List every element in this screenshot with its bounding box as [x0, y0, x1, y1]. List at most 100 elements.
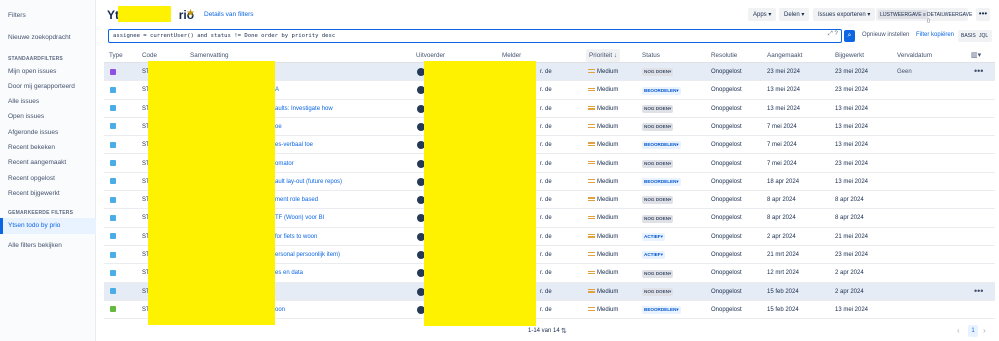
status-dropdown[interactable]: NOG DOEN▾: [642, 287, 674, 296]
status-dropdown[interactable]: NOG DOEN▾: [642, 269, 674, 278]
column-updated[interactable]: Bijgewerkt: [835, 52, 864, 59]
sidebar-item-recently-created[interactable]: Recent aangemaakt: [8, 159, 66, 166]
issue-summary[interactable]: es en data: [275, 270, 303, 276]
medium-priority-icon: [588, 68, 595, 76]
jql-mode-toggle[interactable]: JQL: [979, 33, 988, 39]
list-view-toggle[interactable]: LIJSTWEERGAVE ≡: [878, 10, 928, 19]
column-status[interactable]: Status: [642, 52, 660, 59]
issue-summary[interactable]: aults: Investigate how: [275, 106, 333, 112]
reporter-name: r. de: [540, 215, 552, 222]
status-label: NOG DOEN: [644, 160, 670, 166]
status-dropdown[interactable]: ACTIEF▾: [642, 251, 665, 260]
issue-summary[interactable]: ment role based: [275, 197, 318, 203]
more-actions-button[interactable]: •••: [976, 8, 990, 21]
priority-value: Medium: [597, 123, 619, 130]
pagination-summary: 1-14 van 14: [528, 328, 560, 334]
issue-summary[interactable]: TF (Woon) voor BI: [275, 215, 324, 221]
reporter-name: r. de: [540, 123, 552, 130]
created-date: 21 mrt 2024: [767, 252, 800, 258]
sidebar-item-recently-updated[interactable]: Recent bijgewerkt: [8, 190, 60, 197]
column-assignee[interactable]: Uitvoerder: [416, 52, 445, 59]
export-issues-button[interactable]: Issues exporteren ▾: [813, 8, 876, 21]
view-toggle: LIJSTWEERGAVE ≡ DETAILWEERGAVE ▯: [876, 8, 972, 24]
medium-priority-icon: [588, 233, 595, 241]
updated-date: 8 apr 2024: [835, 197, 864, 204]
copy-filter-button[interactable]: Filter kopiëren: [916, 32, 954, 38]
sidebar-item-my-open-issues[interactable]: Mijn open issues: [8, 68, 56, 75]
sidebar-item-recently-viewed[interactable]: Recent bekeken: [8, 144, 55, 151]
status-dropdown[interactable]: NOG DOEN▾: [642, 196, 674, 205]
issue-summary[interactable]: A: [275, 87, 279, 93]
chevron-right-icon[interactable]: ›: [983, 326, 986, 335]
status-label: NOG DOEN: [644, 124, 670, 130]
chevron-down-icon: ▾: [669, 270, 672, 276]
status-dropdown[interactable]: BEOORDELEN▾: [642, 306, 681, 315]
row-actions-icon[interactable]: •••: [974, 66, 983, 76]
page-button[interactable]: 1: [968, 325, 978, 337]
status-label: ACTIEF: [644, 233, 661, 239]
sidebar-item-starred-filter[interactable]: Ytsen todo by prio: [0, 218, 96, 234]
column-priority[interactable]: Prioriteit ↓: [589, 52, 617, 59]
updated-date: 2 apr 2024: [835, 288, 864, 295]
status-dropdown[interactable]: NOG DOEN▾: [642, 123, 674, 132]
issue-summary[interactable]: omator: [275, 161, 294, 167]
issue-summary[interactable]: ersonal persoonlijk item): [275, 252, 340, 258]
sidebar-item-open-issues[interactable]: Open issues: [8, 113, 44, 120]
search-icon[interactable]: ⌕: [844, 30, 855, 42]
row-actions-icon[interactable]: •••: [974, 286, 983, 296]
created-date: 13 mei 2024: [767, 105, 801, 112]
sidebar-item-recently-resolved[interactable]: Recent opgelost: [8, 175, 55, 182]
column-due-date[interactable]: Vervaldatum: [897, 52, 932, 59]
medium-priority-icon: [588, 196, 595, 204]
resolution-value: Onopgelost: [711, 233, 742, 240]
sidebar-item-done-issues[interactable]: Afgeronde issues: [8, 129, 58, 136]
medium-priority-icon: [588, 105, 595, 113]
reset-button[interactable]: Opnieuw instellen: [862, 32, 909, 38]
status-dropdown[interactable]: BEOORDELEN▾: [642, 141, 681, 150]
status-dropdown[interactable]: NOG DOEN▾: [642, 159, 674, 168]
priority-label: Prioriteit: [589, 52, 613, 59]
star-icon[interactable]: ★: [186, 8, 195, 19]
filter-details-link[interactable]: Details van filters: [204, 11, 254, 18]
detail-view-toggle[interactable]: DETAILWEERGAVE ▯: [925, 10, 974, 24]
column-reporter[interactable]: Melder: [502, 52, 521, 59]
column-picker-icon[interactable]: ▥▾: [971, 51, 985, 60]
share-button[interactable]: Delen ▾: [779, 8, 810, 21]
priority-value: Medium: [597, 252, 619, 258]
reporter-name: r. de: [540, 197, 552, 204]
expand-editor-icon[interactable]: ⤢ ?: [828, 31, 838, 38]
issue-summary[interactable]: es-verbaal toe: [275, 142, 313, 148]
priority-value: Medium: [597, 178, 619, 185]
status-dropdown[interactable]: NOG DOEN▾: [642, 104, 674, 113]
updated-date: 2 apr 2024: [835, 270, 864, 277]
jql-query-input[interactable]: assignee = currentUser() and status != D…: [108, 29, 842, 43]
list-view-label: LIJSTWEERGAVE: [880, 12, 922, 18]
resolution-value: Onopgelost: [711, 178, 742, 185]
status-dropdown[interactable]: NOG DOEN▾: [642, 68, 674, 77]
standard-filters-heading: STANDAARDFILTERS: [8, 56, 63, 62]
new-search-link[interactable]: Nieuwe zoekopdracht: [8, 34, 71, 41]
filters-sidebar: Filters Nieuwe zoekopdracht STANDAARDFIL…: [0, 0, 96, 341]
issue-summary[interactable]: for fiets to woon: [275, 234, 317, 240]
issue-summary[interactable]: oe: [275, 124, 282, 130]
issue-summary[interactable]: ault lay-out (future repos): [275, 179, 342, 185]
column-summary[interactable]: Samenvatting: [190, 52, 229, 59]
column-type[interactable]: Type: [109, 52, 123, 59]
column-resolution[interactable]: Resolutie: [711, 52, 737, 59]
refresh-icon[interactable]: ⇅: [561, 327, 567, 335]
status-dropdown[interactable]: ACTIEF▾: [642, 232, 665, 241]
basic-mode-toggle[interactable]: BASIS: [961, 33, 976, 39]
status-dropdown[interactable]: NOG DOEN▾: [642, 214, 674, 223]
updated-date: 23 mei 2024: [835, 160, 869, 167]
view-all-filters-link[interactable]: Alle filters bekijken: [8, 242, 62, 249]
chevron-left-icon[interactable]: ‹: [957, 326, 960, 335]
column-created[interactable]: Aangemaakt: [767, 52, 802, 59]
reporter-name: r. de: [540, 233, 552, 240]
issue-summary[interactable]: oon: [275, 307, 285, 313]
column-key[interactable]: Code: [142, 52, 157, 59]
status-dropdown[interactable]: BEOORDELEN▾: [642, 178, 681, 187]
apps-button[interactable]: Apps ▾: [748, 8, 777, 21]
sidebar-item-all-issues[interactable]: Alle issues: [8, 98, 39, 105]
sidebar-item-reported-by-me[interactable]: Door mij gerapporteerd: [8, 83, 75, 90]
status-dropdown[interactable]: BEOORDELEN▾: [642, 86, 681, 95]
